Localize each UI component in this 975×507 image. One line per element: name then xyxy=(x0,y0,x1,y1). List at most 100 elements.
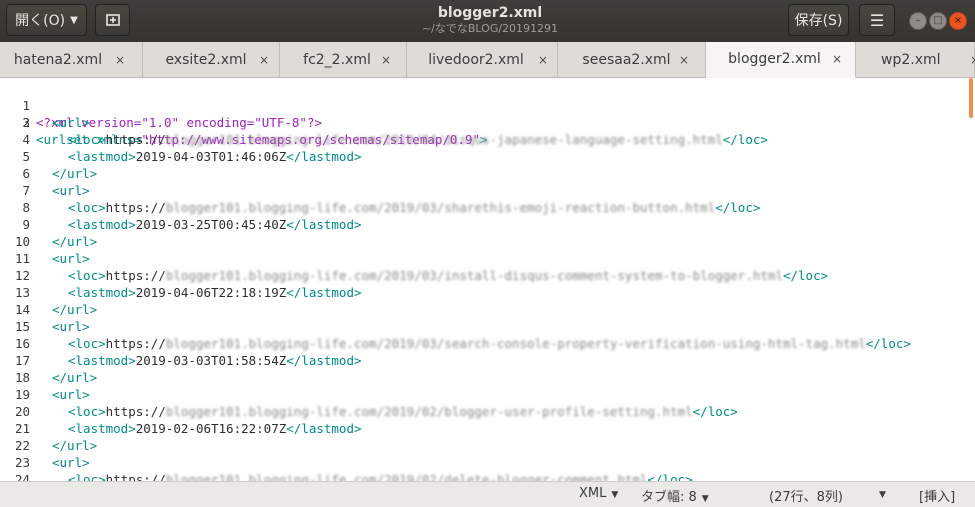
code-line: 2 <urlset xmlns="http://www.sitemaps.org… xyxy=(0,97,975,147)
code-line: 17 <lastmod>2019-03-03T01:58:54Z</lastmod… xyxy=(0,352,975,369)
url-open-tag: <url> xyxy=(52,455,90,470)
blurred-url: blogger101.blogging-life.com/2019/03/sea… xyxy=(165,336,866,351)
new-document-button[interactable] xyxy=(95,4,130,36)
status-bar: XML ▼ タブ幅: 8 ▼ (27行、8列) ▼ [挿入] xyxy=(0,481,975,507)
cursor-position[interactable]: (27行、8列) xyxy=(769,486,843,505)
minimize-icon: – xyxy=(915,15,921,26)
line-number: 22 xyxy=(14,438,30,453)
blurred-url: blogger101.blogging-life.com/2019/02/blo… xyxy=(165,404,693,419)
code-line: 20 <loc>https://blogger101.blogging-life.… xyxy=(0,403,975,420)
line-number: 15 xyxy=(14,319,30,334)
tab-exsite2[interactable]: exsite2.xml × xyxy=(143,42,280,77)
url-text: https:// xyxy=(105,132,166,147)
code-line: 13 <lastmod>2019-04-06T22:18:19Z</lastmod… xyxy=(0,284,975,301)
tab-fc2-2[interactable]: fc2_2.xml × xyxy=(280,42,407,77)
code-line: 11 <url> xyxy=(0,250,975,267)
line-number: 19 xyxy=(14,387,30,402)
position-menu-caret[interactable]: ▼ xyxy=(879,486,886,501)
tab-close-icon[interactable]: × xyxy=(259,53,269,67)
language-selector[interactable]: XML ▼ xyxy=(579,486,618,501)
tab-label: wp2.xml xyxy=(881,51,941,68)
scroll-indicator[interactable] xyxy=(969,78,973,118)
tab-wp2[interactable]: wp2.xml × xyxy=(856,42,975,77)
tab-close-icon[interactable]: × xyxy=(679,53,689,67)
url-open-tag: <url> xyxy=(52,115,90,130)
lastmod-open-tag: <lastmod> xyxy=(68,149,136,164)
url-open-tag: <url> xyxy=(52,319,90,334)
tab-close-icon[interactable]: × xyxy=(970,53,975,67)
line-number: 17 xyxy=(14,353,30,368)
tab-close-icon[interactable]: × xyxy=(115,53,125,67)
loc-close-tag: </loc> xyxy=(692,404,738,419)
tab-close-icon[interactable]: × xyxy=(381,53,391,67)
lastmod-open-tag: <lastmod> xyxy=(68,353,136,368)
document-path: ~/なでなBLOG/20191291 xyxy=(421,22,559,35)
loc-open-tag: <loc> xyxy=(68,132,106,147)
loc-close-tag: </loc> xyxy=(782,268,829,283)
lastmod-open-tag: <lastmod> xyxy=(68,421,136,436)
tab-label: exsite2.xml xyxy=(165,51,247,68)
tab-blogger2[interactable]: blogger2.xml × xyxy=(706,42,856,78)
line-number: 20 xyxy=(14,404,30,419)
url-open-tag: <url> xyxy=(52,387,90,402)
line-number: 9 xyxy=(22,217,30,232)
lastmod-close-tag: </lastmod> xyxy=(286,421,362,436)
insert-mode[interactable]: [挿入] xyxy=(919,486,955,505)
code-line: 15 <url> xyxy=(0,318,975,335)
line-number: 14 xyxy=(14,302,30,317)
tab-label: fc2_2.xml xyxy=(303,51,371,68)
code-line: 1 <?xml version="1.0" encoding="UTF-8"?> xyxy=(0,80,975,130)
tab-close-icon[interactable]: × xyxy=(832,52,842,66)
loc-open-tag: <loc> xyxy=(68,472,106,481)
tab-width-selector[interactable]: タブ幅: 8 ▼ xyxy=(641,486,709,505)
maximize-button[interactable]: □ xyxy=(929,12,947,30)
minimize-button[interactable]: – xyxy=(909,12,927,30)
url-text: https:// xyxy=(105,268,166,283)
blurred-url: blogger101.blogging-life.com/2019/03/ins… xyxy=(165,268,783,283)
blurred-url: blogger101.blogging-life.com/2019/03/sha… xyxy=(165,200,716,215)
open-button[interactable]: 開く(O) ▼ xyxy=(6,4,87,36)
tab-width-label: タブ幅: 8 xyxy=(641,490,697,505)
line-number: 3 xyxy=(22,115,30,130)
tab-label: seesaa2.xml xyxy=(582,51,671,68)
code-line: 7 <url> xyxy=(0,182,975,199)
close-window-button[interactable]: × xyxy=(949,12,967,30)
code-line: 3 <url> xyxy=(0,114,975,131)
line-number: 6 xyxy=(22,166,30,181)
tab-close-icon[interactable]: × xyxy=(538,53,548,67)
tab-hatena2[interactable]: hatena2.xml × xyxy=(0,42,143,77)
text-editor[interactable]: 1 <?xml version="1.0" encoding="UTF-8"?>… xyxy=(0,78,975,481)
window-title: blogger2.xml ~/なでなBLOG/20191291 xyxy=(380,4,600,36)
code-line: 14 </url> xyxy=(0,301,975,318)
line-number: 16 xyxy=(14,336,30,351)
caret-down-icon: ▼ xyxy=(879,490,886,500)
loc-open-tag: <loc> xyxy=(68,268,106,283)
header-bar: 開く(O) ▼ blogger2.xml ~/なでなBLOG/20191291 … xyxy=(0,0,975,42)
insert-mode-label: [挿入] xyxy=(919,490,956,505)
lastmod-value: 2019-03-25T00:45:40Z xyxy=(135,217,287,232)
blurred-url: blogger101.blogging-life.com/2019/02/del… xyxy=(165,472,648,481)
url-open-tag: <url> xyxy=(52,183,90,198)
code-line: 10 </url> xyxy=(0,233,975,250)
code-line: 12 <loc>https://blogger101.blogging-life.… xyxy=(0,267,975,284)
line-number: 4 xyxy=(22,132,30,147)
hamburger-menu-button[interactable]: ☰ xyxy=(859,4,895,36)
lastmod-close-tag: </lastmod> xyxy=(286,285,362,300)
url-close-tag: </url> xyxy=(52,166,98,181)
loc-open-tag: <loc> xyxy=(68,336,106,351)
line-number: 13 xyxy=(14,285,30,300)
line-number: 7 xyxy=(22,183,30,198)
tab-livedoor2[interactable]: livedoor2.xml × xyxy=(407,42,558,77)
tab-seesaa2[interactable]: seesaa2.xml × xyxy=(558,42,706,77)
line-number: 5 xyxy=(22,149,30,164)
loc-close-tag: </loc> xyxy=(647,472,693,481)
tab-label: hatena2.xml xyxy=(13,51,103,68)
lastmod-value: 2019-03-03T01:58:54Z xyxy=(135,353,287,368)
lastmod-close-tag: </lastmod> xyxy=(286,353,362,368)
url-text: https:// xyxy=(105,472,166,481)
save-button[interactable]: 保存(S) xyxy=(788,4,849,36)
url-open-tag: <url> xyxy=(52,251,90,266)
line-number: 11 xyxy=(14,251,30,266)
tab-label: blogger2.xml xyxy=(728,51,821,67)
code-line: 16 <loc>https://blogger101.blogging-life.… xyxy=(0,335,975,352)
